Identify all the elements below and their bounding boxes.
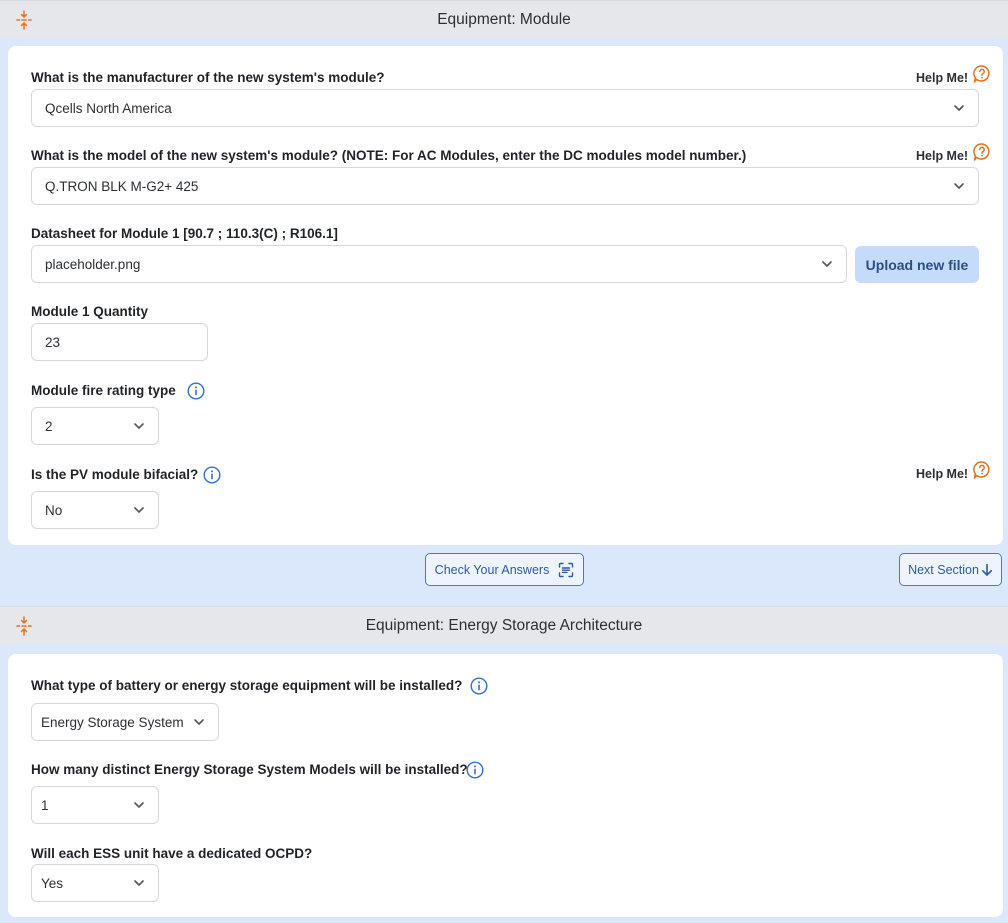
datasheet-label: Datasheet for Module 1 [90.7 ; 110.3(C) … [31, 226, 338, 241]
ocpd-question: Will each ESS unit have a dedicated OCPD… [31, 846, 313, 861]
chevron-down-icon [952, 179, 966, 193]
fire-rating-value: 2 [45, 418, 53, 434]
fire-rating-select[interactable]: 2 [31, 407, 159, 445]
models-count-select[interactable]: 1 [31, 786, 159, 824]
chevron-down-icon [132, 798, 146, 812]
arrow-down-icon [981, 563, 992, 576]
help-me-button[interactable]: Help Me! [916, 460, 992, 481]
next-section-label: Next Section [908, 562, 979, 577]
info-circle-icon[interactable] [187, 382, 205, 400]
help-speech-bubble-icon[interactable] [972, 142, 992, 162]
battery-type-question: What type of battery or energy storage e… [31, 678, 463, 693]
chevron-down-icon [820, 257, 834, 271]
battery-type-select[interactable]: Energy Storage System [31, 703, 219, 741]
datasheet-value: placeholder.png [45, 256, 141, 272]
help-speech-bubble-icon[interactable] [972, 460, 992, 480]
battery-type-value: Energy Storage System [41, 714, 184, 730]
quantity-value: 23 [45, 334, 61, 350]
bifacial-label: Is the PV module bifacial? [31, 467, 199, 482]
check-your-answers-label: Check Your Answers [434, 562, 550, 577]
collapse-arrows-icon[interactable] [14, 10, 34, 30]
quantity-input[interactable]: 23 [31, 323, 208, 361]
ocpd-select[interactable]: Yes [31, 864, 159, 902]
chevron-down-icon [192, 715, 206, 729]
model-value: Q.TRON BLK M-G2+ 425 [45, 178, 199, 194]
chevron-down-icon [132, 503, 146, 517]
next-section-button[interactable]: Next Section [899, 553, 1002, 586]
models-count-question: How many distinct Energy Storage System … [31, 762, 468, 777]
scan-check-icon [559, 562, 574, 577]
quantity-label: Module 1 Quantity [31, 304, 149, 319]
chevron-down-icon [132, 419, 146, 433]
help-speech-bubble-icon[interactable] [972, 64, 992, 84]
bifacial-select[interactable]: No [31, 491, 159, 529]
model-question: What is the model of the new system's mo… [31, 148, 747, 163]
help-me-label: Help Me! [916, 149, 969, 163]
help-me-button[interactable]: Help Me! [916, 64, 992, 85]
models-count-value: 1 [41, 797, 49, 813]
manufacturer-value: Qcells North America [45, 100, 172, 116]
ocpd-value: Yes [41, 875, 64, 891]
collapse-arrows-icon[interactable] [14, 616, 34, 636]
help-me-button[interactable]: Help Me! [916, 142, 992, 163]
section-header-module[interactable]: Equipment: Module [0, 0, 1008, 38]
section-title: Equipment: Energy Storage Architecture [365, 616, 643, 634]
fire-rating-label: Module fire rating type [31, 383, 176, 398]
help-me-label: Help Me! [916, 71, 969, 85]
info-circle-icon[interactable] [470, 677, 488, 695]
upload-new-file-button[interactable]: Upload new file [855, 246, 979, 283]
model-select[interactable]: Q.TRON BLK M-G2+ 425 [31, 167, 979, 205]
datasheet-select[interactable]: placeholder.png [31, 245, 847, 283]
section-header-energy-storage[interactable]: Equipment: Energy Storage Architecture [0, 606, 1008, 644]
help-me-label: Help Me! [916, 467, 969, 481]
check-your-answers-button[interactable]: Check Your Answers [425, 553, 584, 586]
bifacial-value: No [45, 502, 63, 518]
section-title: Equipment: Module [437, 10, 571, 28]
info-circle-icon[interactable] [203, 466, 221, 484]
chevron-down-icon [132, 876, 146, 890]
manufacturer-question: What is the manufacturer of the new syst… [31, 70, 385, 85]
chevron-down-icon [952, 101, 966, 115]
manufacturer-select[interactable]: Qcells North America [31, 89, 979, 127]
info-circle-icon[interactable] [466, 761, 484, 779]
